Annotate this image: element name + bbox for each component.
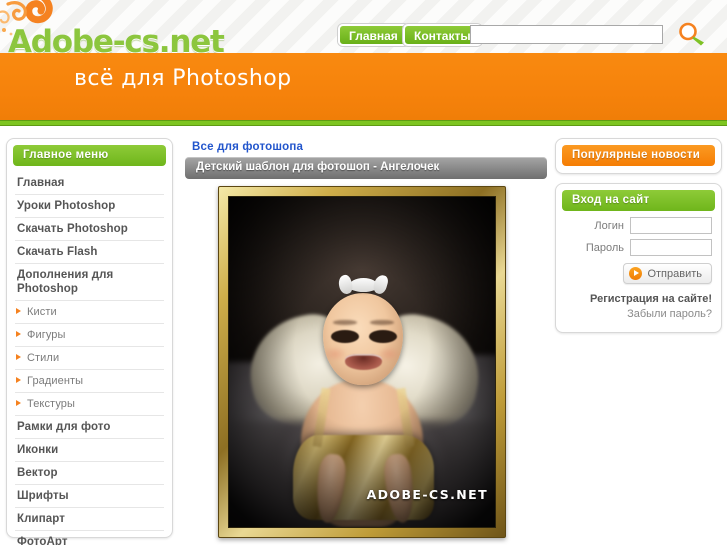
photo-vignette bbox=[229, 197, 495, 527]
submit-button[interactable]: Отправить bbox=[623, 263, 712, 284]
page-root: Adobe-cs.net Главная Контакты всё для Ph… bbox=[0, 0, 727, 545]
bullet-arrow-icon bbox=[16, 331, 21, 337]
sidebar-left: Главное меню Главная Уроки Photoshop Ска… bbox=[6, 138, 173, 545]
password-field-row: Пароль bbox=[565, 239, 712, 256]
bullet-arrow-icon bbox=[16, 308, 21, 314]
site-tagline: всё для Photoshop bbox=[74, 66, 292, 91]
sidebar-item-ikonki[interactable]: Иконки bbox=[15, 439, 164, 462]
submit-row: Отправить bbox=[565, 263, 712, 284]
sidebar-item-glavnaya[interactable]: Главная bbox=[15, 172, 164, 195]
sidebar-item-label: Кисти bbox=[27, 306, 57, 318]
sidebar-item-uroki-photoshop[interactable]: Уроки Photoshop bbox=[15, 195, 164, 218]
login-panel-title: Вход на сайт bbox=[562, 190, 715, 211]
password-input[interactable] bbox=[630, 239, 712, 256]
nav-button-home[interactable]: Главная bbox=[338, 24, 409, 46]
sidebar-item-vektor[interactable]: Вектор bbox=[15, 462, 164, 485]
arrow-right-circle-icon bbox=[629, 267, 643, 280]
sidebar-item-kisti[interactable]: Кисти bbox=[15, 301, 164, 324]
photo-image[interactable]: ADOBE-CS.NET bbox=[228, 196, 496, 528]
forgot-password-link[interactable]: Забыли пароль? bbox=[565, 308, 712, 320]
sidebar-item-figury[interactable]: Фигуры bbox=[15, 324, 164, 347]
sidebar-item-shrifty[interactable]: Шрифты bbox=[15, 485, 164, 508]
sidebar-item-dopolneniya[interactable]: Дополнения для Photoshop bbox=[15, 264, 164, 301]
bullet-arrow-icon bbox=[16, 354, 21, 360]
registration-block: Регистрация на сайте! Забыли пароль? bbox=[565, 293, 712, 320]
login-panel: Вход на сайт Логин Пароль Отправить Реги… bbox=[555, 183, 722, 333]
bullet-arrow-icon bbox=[16, 400, 21, 406]
photo-watermark: ADOBE-CS.NET bbox=[366, 487, 488, 502]
sidebar-item-ramki[interactable]: Рамки для фото bbox=[15, 416, 164, 439]
submit-button-label: Отправить bbox=[647, 267, 702, 280]
register-link[interactable]: Регистрация на сайте! bbox=[565, 293, 712, 306]
login-input[interactable] bbox=[630, 217, 712, 234]
search-input[interactable] bbox=[470, 25, 663, 44]
sidebar-left-title: Главное меню bbox=[13, 145, 166, 166]
login-field-row: Логин bbox=[565, 217, 712, 234]
magnifier-icon[interactable] bbox=[677, 20, 707, 48]
sidebar-item-label: Текстуры bbox=[27, 398, 76, 410]
photo-gold-frame: ADOBE-CS.NET bbox=[218, 186, 506, 538]
post-title-bar: Детский шаблон для фотошоп - Ангелочек bbox=[185, 157, 547, 179]
breadcrumb[interactable]: Все для фотошопа bbox=[192, 141, 303, 153]
header-top-bar: Adobe-cs.net Главная Контакты bbox=[0, 0, 727, 53]
green-divider-rule bbox=[0, 120, 727, 126]
login-field-label: Логин bbox=[594, 219, 624, 232]
sidebar-item-skachat-flash[interactable]: Скачать Flash bbox=[15, 241, 164, 264]
popular-news-panel: Популярные новости bbox=[555, 138, 722, 174]
bullet-arrow-icon bbox=[16, 377, 21, 383]
sidebar-item-label: Фигуры bbox=[27, 329, 66, 341]
sidebar-item-label: Градиенты bbox=[27, 375, 84, 387]
main-menu-list: Главная Уроки Photoshop Скачать Photosho… bbox=[15, 172, 164, 545]
popular-news-title: Популярные новости bbox=[562, 145, 715, 166]
post-title: Детский шаблон для фотошоп - Ангелочек bbox=[196, 161, 440, 173]
password-field-label: Пароль bbox=[585, 241, 624, 254]
sidebar-item-gradienty[interactable]: Градиенты bbox=[15, 370, 164, 393]
sidebar-item-label: Стили bbox=[27, 352, 60, 364]
sidebar-item-stili[interactable]: Стили bbox=[15, 347, 164, 370]
site-logo[interactable]: Adobe-cs.net bbox=[8, 24, 225, 53]
orange-banner: всё для Photoshop bbox=[0, 53, 727, 120]
sidebar-item-skachat-photoshop[interactable]: Скачать Photoshop bbox=[15, 218, 164, 241]
sidebar-item-fotoart[interactable]: ФотоАрт bbox=[15, 531, 164, 545]
sidebar-item-tekstury[interactable]: Текстуры bbox=[15, 393, 164, 416]
sidebar-item-klipart[interactable]: Клипарт bbox=[15, 508, 164, 531]
